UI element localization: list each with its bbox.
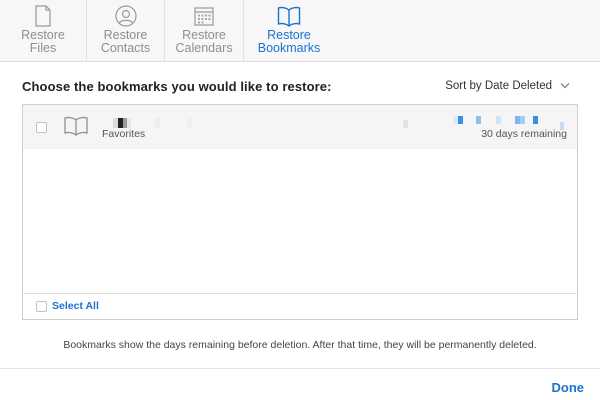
footer-divider: [0, 368, 600, 369]
tab-restore-contacts[interactable]: Restore Contacts: [87, 0, 164, 62]
done-button[interactable]: Done: [552, 380, 585, 395]
book-icon: [63, 116, 89, 141]
tab-label-line2: Files: [29, 41, 57, 55]
sort-dropdown[interactable]: Sort by Date Deleted: [445, 80, 570, 92]
tab-restore-bookmarks[interactable]: Restore Bookmarks: [244, 0, 334, 62]
calendar-icon: [191, 3, 217, 29]
sort-label: Sort by Date Deleted: [445, 80, 552, 92]
page-title: Choose the bookmarks you would like to r…: [22, 79, 332, 94]
bookmark-list: Favorites 30 days remaining Select All: [22, 104, 578, 320]
restore-tab-bar: Restore Files Restore Contacts Restore C…: [0, 0, 600, 62]
bookmark-folder: Favorites: [102, 128, 146, 140]
tab-label-line2: Bookmarks: [257, 41, 321, 55]
book-icon: [276, 3, 302, 29]
tab-restore-files[interactable]: Restore Files: [0, 0, 86, 62]
list-item[interactable]: Favorites 30 days remaining: [23, 105, 577, 149]
document-icon: [30, 3, 56, 29]
item-checkbox[interactable]: [36, 122, 47, 133]
deletion-note: Bookmarks show the days remaining before…: [63, 339, 537, 351]
select-all-checkbox[interactable]: [36, 301, 47, 312]
days-remaining: 30 days remaining: [481, 128, 567, 140]
deleted-date-redacted: [403, 116, 564, 130]
list-footer: Select All: [23, 293, 577, 319]
tab-label-line2: Calendars: [175, 41, 233, 55]
tab-restore-calendars[interactable]: Restore Calendars: [165, 0, 243, 62]
bookmark-name-redacted: [101, 118, 201, 128]
contact-icon: [113, 3, 139, 29]
chevron-down-icon: [560, 80, 570, 92]
select-all-button[interactable]: Select All: [52, 300, 99, 312]
tab-label-line2: Contacts: [100, 41, 151, 55]
